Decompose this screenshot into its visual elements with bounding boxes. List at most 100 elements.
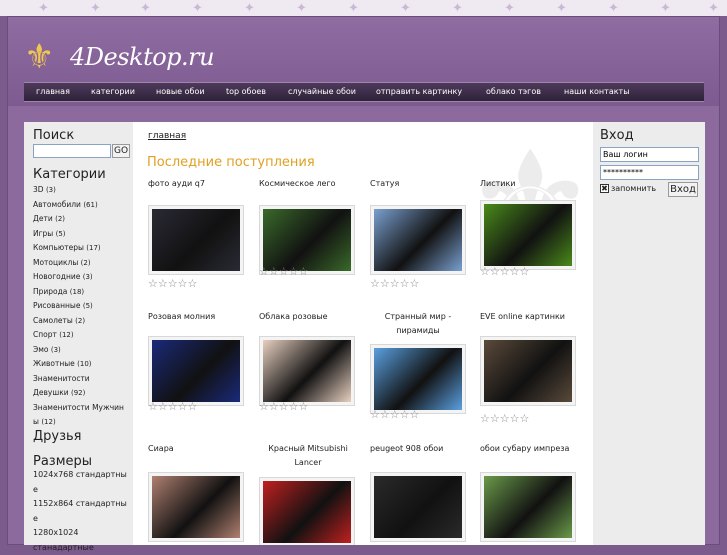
rating-stars[interactable]: ☆☆☆☆☆ bbox=[480, 412, 529, 425]
content-area: Поиск GO Категории 3D (3)Автомобили (61)… bbox=[24, 122, 705, 545]
gallery-item-title[interactable]: Статуя bbox=[370, 177, 399, 191]
category-item[interactable]: Самолеты (2) bbox=[33, 314, 133, 329]
thumbnail-image bbox=[374, 209, 462, 271]
remember-me[interactable]: ✖запомнить bbox=[600, 184, 656, 193]
logo-text: 4Desktop.ru bbox=[70, 43, 214, 71]
category-name: Дети bbox=[33, 214, 53, 223]
category-count: (3) bbox=[51, 346, 61, 354]
gallery-thumbnail[interactable] bbox=[370, 472, 466, 542]
rating-stars[interactable]: ☆☆☆☆☆ bbox=[370, 277, 419, 290]
category-name: Новогодние bbox=[33, 272, 80, 281]
category-item[interactable]: Компьютеры (17) bbox=[33, 241, 133, 256]
category-item[interactable]: Знаменитости bbox=[33, 372, 133, 387]
thumbnail-image bbox=[374, 476, 462, 538]
gallery-item-title[interactable]: фото ауди q7 bbox=[148, 177, 205, 191]
rating-stars[interactable]: ☆☆☆☆☆ bbox=[148, 400, 197, 413]
login-field[interactable] bbox=[600, 147, 699, 162]
category-item[interactable]: 3D (3) bbox=[33, 183, 133, 198]
search-input[interactable] bbox=[33, 144, 111, 158]
category-count: (17) bbox=[86, 244, 100, 252]
category-item[interactable]: Автомобили (61) bbox=[33, 198, 133, 213]
gallery-thumbnail[interactable] bbox=[480, 472, 576, 542]
category-name: Эмо bbox=[33, 345, 48, 354]
gallery-item-title[interactable]: peugeot 908 обои bbox=[370, 442, 443, 456]
rating-stars[interactable]: ☆☆☆☆☆ bbox=[480, 265, 529, 278]
gallery-item-title[interactable]: Листики bbox=[480, 177, 516, 191]
breadcrumb[interactable]: главная bbox=[148, 131, 186, 141]
category-name: Компьютеры bbox=[33, 243, 84, 252]
checkbox-checked-icon[interactable]: ✖ bbox=[600, 184, 609, 193]
thumbnail-image bbox=[152, 209, 240, 271]
login-button[interactable]: Вход bbox=[668, 182, 698, 197]
category-name: Знаменитости bbox=[33, 374, 90, 383]
gallery-thumbnail[interactable] bbox=[148, 205, 244, 275]
gallery-item-title[interactable]: Облака розовые bbox=[259, 310, 328, 324]
gallery-thumbnail[interactable] bbox=[148, 336, 244, 406]
thumbnail-image bbox=[263, 340, 351, 402]
category-item[interactable]: Рисованные (5) bbox=[33, 299, 133, 314]
gallery-item-title[interactable]: Красный Mitsubishi Lancer bbox=[259, 442, 357, 470]
nav-contacts[interactable]: наши контакты bbox=[564, 87, 630, 96]
category-item[interactable]: ы (12) bbox=[33, 415, 133, 430]
thumbnail-image bbox=[152, 476, 240, 538]
rating-stars[interactable]: ☆☆☆☆☆ bbox=[370, 408, 419, 421]
category-item[interactable]: Знаменитости Мужчин bbox=[33, 401, 133, 416]
category-name: 3D bbox=[33, 185, 44, 194]
category-count: (18) bbox=[70, 288, 84, 296]
gallery-item-title[interactable]: Розовая молния bbox=[148, 310, 215, 324]
gallery-item-title[interactable]: Странный мир - пирамиды bbox=[370, 310, 466, 338]
category-name: Автомобили bbox=[33, 200, 81, 209]
category-list: 3D (3)Автомобили (61)Дети (2)Игры (5)Ком… bbox=[33, 183, 133, 430]
size-item[interactable]: е bbox=[33, 483, 133, 498]
site-logo[interactable]: ⚜ 4Desktop.ru bbox=[24, 38, 214, 78]
size-item[interactable]: 1024x768 стандартны bbox=[33, 468, 133, 483]
category-item[interactable]: Девушки (92) bbox=[33, 386, 133, 401]
gallery-item-title[interactable]: Космическое лего bbox=[259, 177, 336, 191]
category-count: (2) bbox=[81, 259, 91, 267]
nav-home[interactable]: главная bbox=[36, 87, 70, 96]
size-item[interactable]: 1280x1024 bbox=[33, 526, 133, 541]
category-count: (3) bbox=[46, 186, 56, 194]
category-count: (5) bbox=[56, 230, 66, 238]
gallery-item-title[interactable]: Сиара bbox=[148, 442, 174, 456]
category-item[interactable]: Игры (5) bbox=[33, 227, 133, 242]
main-column: ⚜ главная Последние поступления фото ауд… bbox=[133, 122, 593, 545]
nav-random[interactable]: случайные обои bbox=[288, 87, 356, 96]
nav-new[interactable]: новые обои bbox=[156, 87, 205, 96]
gallery-thumbnail[interactable] bbox=[480, 336, 576, 406]
gallery-thumbnail[interactable] bbox=[480, 200, 576, 270]
thumbnail-image bbox=[484, 476, 572, 538]
right-sidebar: Вход ✖запомнить Вход bbox=[593, 122, 705, 545]
rating-stars[interactable]: ☆☆☆☆☆ bbox=[259, 400, 308, 413]
gallery-item-title[interactable]: обои субару импреза bbox=[480, 442, 569, 456]
category-count: (12) bbox=[41, 418, 55, 426]
size-item[interactable]: станадартные bbox=[33, 541, 133, 555]
category-item[interactable]: Эмо (3) bbox=[33, 343, 133, 358]
category-item[interactable]: Спорт (12) bbox=[33, 328, 133, 343]
category-item[interactable]: Мотоциклы (2) bbox=[33, 256, 133, 271]
category-item[interactable]: Природа (18) bbox=[33, 285, 133, 300]
gallery-item-title[interactable]: EVE online картинки bbox=[480, 310, 565, 324]
nav-top[interactable]: top обоев bbox=[226, 87, 266, 96]
gallery-thumbnail[interactable] bbox=[370, 344, 466, 414]
size-item[interactable]: е bbox=[33, 512, 133, 527]
password-field[interactable] bbox=[600, 165, 699, 180]
category-count: (2) bbox=[75, 317, 85, 325]
login-title: Вход bbox=[600, 128, 634, 143]
size-item[interactable]: 1152x864 стандартны bbox=[33, 497, 133, 512]
thumbnail-image bbox=[484, 204, 572, 266]
search-go-button[interactable]: GO bbox=[112, 144, 130, 158]
fleur-de-lis-icon: ⚜ bbox=[24, 38, 54, 76]
category-item[interactable]: Дети (2) bbox=[33, 212, 133, 227]
gallery-thumbnail[interactable] bbox=[259, 477, 355, 545]
nav-submit[interactable]: отправить картинку bbox=[376, 87, 462, 96]
nav-categories[interactable]: категории bbox=[91, 87, 135, 96]
rating-stars[interactable]: ☆☆☆☆☆ bbox=[148, 277, 197, 290]
gallery-thumbnail[interactable] bbox=[259, 336, 355, 406]
rating-stars[interactable]: ☆☆☆☆☆ bbox=[259, 265, 308, 278]
category-item[interactable]: Животные (10) bbox=[33, 357, 133, 372]
gallery-thumbnail[interactable] bbox=[148, 472, 244, 542]
category-item[interactable]: Новогодние (3) bbox=[33, 270, 133, 285]
nav-tags[interactable]: облако тэгов bbox=[486, 87, 541, 96]
gallery-thumbnail[interactable] bbox=[370, 205, 466, 275]
